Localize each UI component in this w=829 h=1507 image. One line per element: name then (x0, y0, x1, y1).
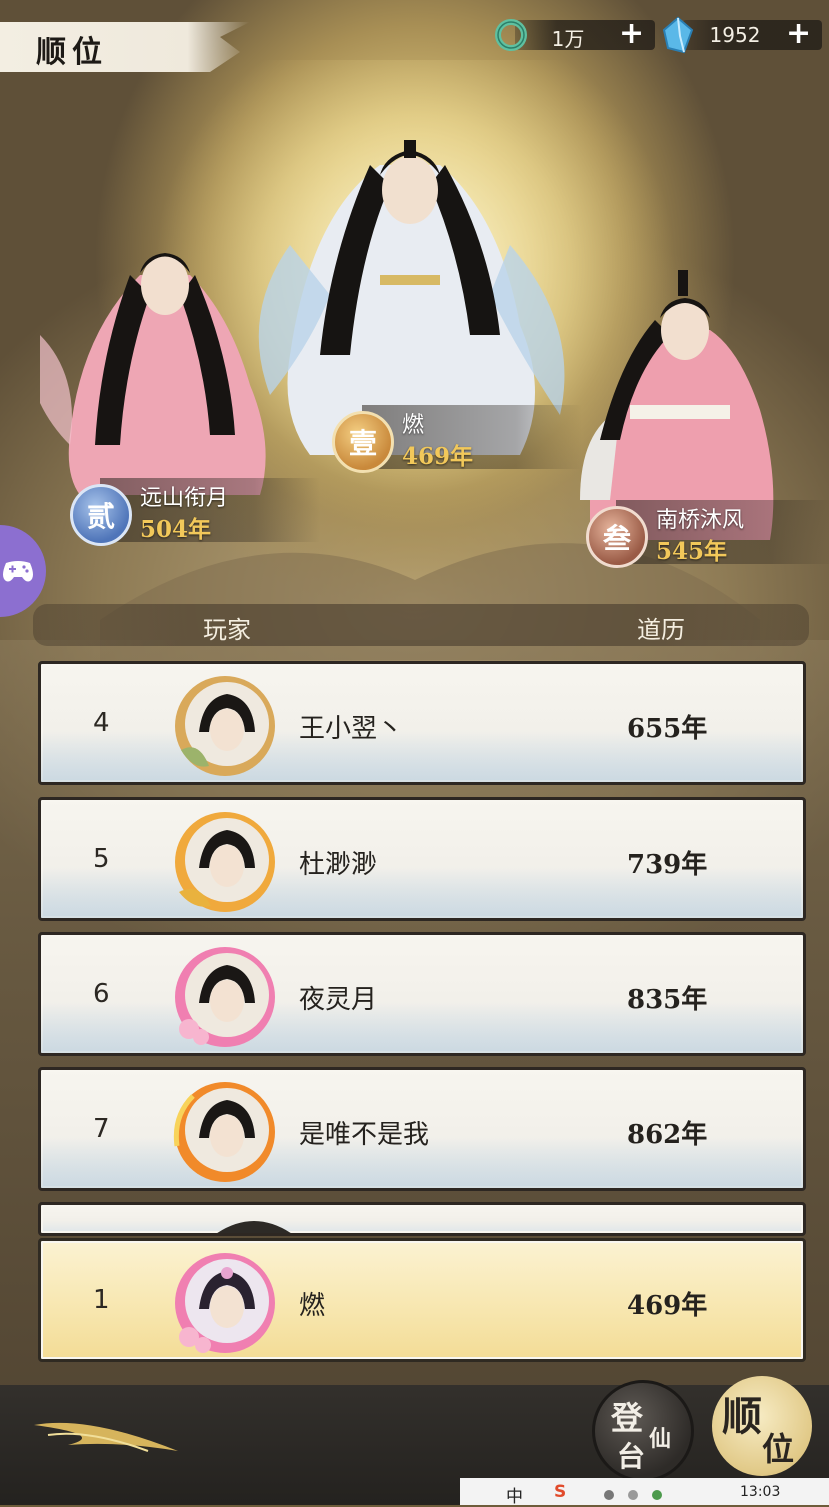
row-rank: 7 (93, 1114, 110, 1144)
ranking-row[interactable]: 5 杜渺渺 739年 (38, 797, 806, 921)
currency-jade-value: 1万 (551, 27, 585, 51)
network-icon[interactable] (604, 1490, 614, 1500)
ime-indicator[interactable]: 中 (506, 1482, 523, 1507)
row-rank: 4 (93, 708, 110, 738)
stage-button-char-1: 登 (611, 1399, 644, 1437)
currency-jade: 1万 + (493, 16, 655, 51)
row-player-name: 杜渺渺 (299, 850, 378, 880)
jade-ring-icon (495, 19, 527, 51)
stage-button-char-2: 仙 (649, 1426, 672, 1452)
podium-name-second: 远山衔月 (140, 486, 229, 511)
podium-label-third: 叁 南桥沐风 545年 (586, 500, 829, 568)
row-rank: 5 (93, 844, 110, 874)
rank-button-char-1: 顺 (722, 1393, 762, 1440)
stage-button-char-3: 台 (617, 1440, 646, 1473)
my-row-rank: 1 (93, 1285, 110, 1315)
ranking-row[interactable]: 7 是唯不是我 862年 (38, 1067, 806, 1191)
player-avatar[interactable] (169, 1076, 281, 1188)
rank-medal-first: 壹 (332, 411, 394, 473)
my-row-player-name: 燃 (299, 1291, 326, 1321)
gamepad-icon (3, 561, 33, 582)
podium-score-second: 504年 (140, 516, 212, 543)
podium-score-first: 469年 (402, 443, 474, 470)
add-crystal-button[interactable]: + (786, 16, 811, 51)
page-title: 顺位 (36, 35, 108, 70)
row-score: 739年 (627, 850, 708, 880)
back-ink-brush-icon[interactable] (28, 1405, 188, 1465)
my-ranking-row[interactable]: 1 燃 469年 (38, 1238, 806, 1362)
podium-name-first: 燃 (402, 413, 425, 438)
player-avatar[interactable] (169, 670, 281, 782)
podium-label-first: 壹 燃 469年 (332, 405, 592, 473)
row-score: 862年 (627, 1120, 708, 1150)
row-score: 835年 (627, 985, 708, 1015)
hero-figure-third[interactable] (560, 260, 810, 540)
rank-button-char-2: 位 (762, 1430, 795, 1468)
row-rank: 6 (93, 979, 110, 1009)
row-player-name: 是唯不是我 (299, 1120, 430, 1150)
spirit-crystal-icon (662, 16, 694, 54)
player-avatar (217, 1221, 291, 1233)
my-row-score: 469年 (627, 1291, 708, 1321)
ranking-row[interactable]: 4 王小翌丶 655年 (38, 661, 806, 785)
header-score: 道历 (637, 616, 685, 644)
wechat-icon[interactable] (652, 1490, 662, 1500)
player-avatar[interactable] (169, 806, 281, 918)
ascension-stage-button[interactable]: 登 仙 台 (592, 1380, 694, 1482)
header-player: 玩家 (203, 616, 251, 644)
row-player-name: 夜灵月 (299, 985, 378, 1015)
sogou-icon[interactable]: S (554, 1482, 566, 1502)
rank-medal-third: 叁 (586, 506, 648, 568)
podium-label-second: 贰 远山衔月 504年 (70, 478, 330, 546)
system-taskbar: 中 S 13:03 (460, 1478, 829, 1507)
row-score: 655年 (627, 714, 708, 744)
rank-medal-second: 贰 (70, 484, 132, 546)
ranking-list-header: 玩家 道历 (33, 604, 809, 646)
ranking-tab-button[interactable]: 顺 位 (712, 1376, 812, 1476)
clock-time: 13:03 (740, 1484, 781, 1500)
podium-name-third: 南桥沐风 (656, 508, 745, 533)
player-avatar[interactable] (169, 941, 281, 1053)
hero-figure-first[interactable] (250, 95, 580, 455)
my-avatar[interactable] (169, 1247, 281, 1359)
volume-icon[interactable] (628, 1490, 638, 1500)
ranking-row[interactable]: 6 夜灵月 835年 (38, 932, 806, 1056)
currency-crystal-value: 1952 (709, 23, 761, 47)
podium-score-third: 545年 (656, 538, 728, 565)
row-player-name: 王小翌丶 (299, 714, 404, 744)
hero-figure-second[interactable] (40, 215, 290, 495)
currency-crystal: 1952 + (660, 16, 822, 54)
add-jade-button[interactable]: + (619, 16, 644, 51)
ranking-row-partial[interactable] (38, 1202, 806, 1236)
